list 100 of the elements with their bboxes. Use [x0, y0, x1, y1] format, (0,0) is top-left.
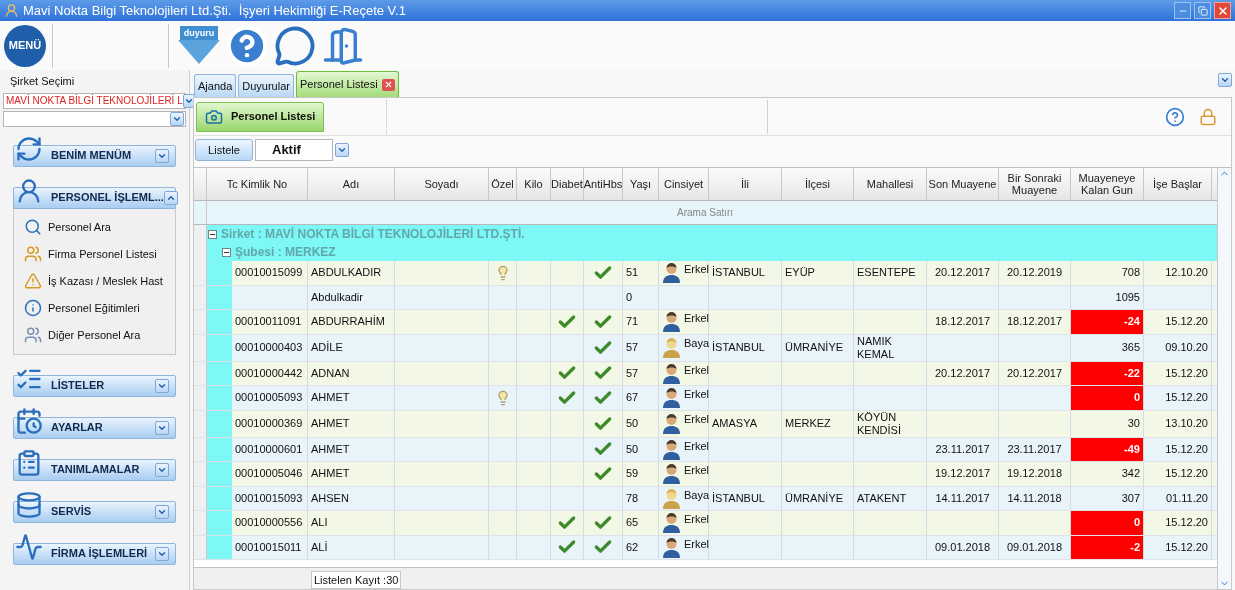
- collapse-icon[interactable]: [222, 248, 231, 257]
- menu-section-header[interactable]: LİSTELER: [13, 374, 176, 397]
- table-cell: 0: [1071, 386, 1144, 410]
- table-cell: -22: [1071, 361, 1144, 385]
- menu-section-header[interactable]: PERSONEL İŞLEML...: [13, 186, 176, 209]
- row-indicator[interactable]: [194, 386, 207, 410]
- collapse-icon[interactable]: [208, 230, 217, 239]
- down-arrow-icon: [178, 39, 220, 64]
- column-header[interactable]: Tc Kimlik No: [207, 168, 308, 200]
- close-tab-button[interactable]: [381, 78, 395, 91]
- row-indicator[interactable]: [194, 486, 207, 510]
- column-header[interactable]: Muayeneye Kalan Gun: [1071, 168, 1144, 200]
- menu-item[interactable]: Personel Ara: [48, 218, 111, 236]
- dropdown-icon[interactable]: [182, 93, 195, 108]
- table-cell: 51: [623, 261, 659, 285]
- menu-section-header[interactable]: SERVİS: [13, 500, 176, 523]
- group-indent: [207, 334, 232, 361]
- lock-icon[interactable]: [1199, 107, 1217, 126]
- table-cell: -24: [1071, 310, 1144, 334]
- chevron-down-icon: [1220, 75, 1230, 85]
- row-indicator[interactable]: [194, 410, 207, 437]
- table-cell: AMASYA: [709, 410, 782, 437]
- column-header[interactable]: Adı: [308, 168, 395, 200]
- table-cell: 00010005046: [232, 462, 308, 486]
- row-indicator[interactable]: [194, 334, 207, 361]
- column-header[interactable]: İli: [709, 168, 782, 200]
- column-header[interactable]: Cinsiyet: [659, 168, 709, 200]
- table-cell: ATAKENT: [854, 486, 927, 510]
- expand-icon[interactable]: [155, 420, 169, 435]
- menu-item[interactable]: Firma Personel Listesi: [48, 245, 157, 263]
- expand-icon[interactable]: [155, 462, 169, 477]
- menu-item[interactable]: İş Kazası / Meslek Hast: [48, 272, 163, 290]
- menu-button[interactable]: MENÜ: [4, 24, 46, 67]
- menu-section-header[interactable]: TANIMLAMALAR: [13, 458, 176, 481]
- menu-item[interactable]: Personel Eğitimleri: [48, 299, 140, 317]
- table-cell: EYÜP: [782, 261, 854, 285]
- minimize-button[interactable]: [1174, 2, 1191, 19]
- tab[interactable]: Ajanda: [194, 74, 237, 97]
- menu-section-header[interactable]: FİRMA İŞLEMLERİ: [13, 542, 176, 565]
- help-icon[interactable]: [1165, 106, 1185, 127]
- expand-icon[interactable]: [155, 546, 169, 561]
- row-indicator[interactable]: [194, 361, 207, 385]
- restore-button[interactable]: [1194, 2, 1211, 19]
- table-cell: 00010000556: [232, 511, 308, 535]
- column-header[interactable]: Mahallesi: [854, 168, 927, 200]
- row-indicator[interactable]: [194, 310, 207, 334]
- column-header[interactable]: İlçesi: [782, 168, 854, 200]
- menu-section-header[interactable]: BENİM MENÜM: [13, 144, 176, 167]
- row-indicator[interactable]: [194, 437, 207, 461]
- table-cell: 62: [623, 535, 659, 559]
- menu-section-header[interactable]: AYARLAR: [13, 416, 176, 439]
- tabs-menu-icon[interactable]: [1218, 73, 1232, 87]
- close-button[interactable]: [1214, 2, 1231, 19]
- row-indicator[interactable]: [194, 285, 207, 309]
- table-cell: 20.12.2019: [999, 261, 1071, 285]
- section-title: PERSONEL İŞLEML...: [51, 190, 164, 206]
- column-header[interactable]: Soyadı: [395, 168, 489, 200]
- table-cell: 15.12.20: [1144, 437, 1212, 461]
- table-cell: 00010000442: [232, 361, 308, 385]
- ribbon-button[interactable]: Personel Listesi: [196, 101, 325, 132]
- expand-icon[interactable]: [155, 148, 169, 163]
- people-icon: [24, 326, 42, 344]
- table-cell: 78: [623, 486, 659, 510]
- table-cell: 0: [623, 285, 659, 309]
- expand-icon[interactable]: [155, 504, 169, 519]
- column-header[interactable]: Yaşı: [623, 168, 659, 200]
- group-indent: [207, 386, 232, 410]
- chat-icon: [274, 24, 316, 67]
- table-cell: 19.12.2017: [927, 462, 999, 486]
- column-header[interactable]: Diabet: [551, 168, 584, 200]
- info-icon: [24, 299, 42, 317]
- table-cell: 708: [1071, 261, 1144, 285]
- list-button[interactable]: Listele: [195, 139, 253, 161]
- dropdown-icon[interactable]: [170, 111, 184, 126]
- record-count: Listelen Kayıt :30: [311, 570, 402, 589]
- column-header[interactable]: Bir Sonraki Muayene: [999, 168, 1071, 200]
- status-select[interactable]: Aktif: [255, 139, 333, 161]
- column-header[interactable]: AntiHbs: [584, 168, 623, 200]
- table-cell: AHMET: [308, 410, 395, 437]
- tab[interactable]: Duyurular: [238, 74, 294, 97]
- row-indicator[interactable]: [194, 535, 207, 559]
- expand-icon[interactable]: [155, 378, 169, 393]
- column-header[interactable]: Son Muayene: [927, 168, 999, 200]
- table-cell: 15.12.20: [1144, 310, 1212, 334]
- table-cell: 15.12.20: [1144, 535, 1212, 559]
- menu-item[interactable]: Diğer Personel Ara: [48, 326, 141, 344]
- row-indicator[interactable]: [194, 462, 207, 486]
- column-header[interactable]: Kilo: [517, 168, 551, 200]
- row-indicator[interactable]: [194, 511, 207, 535]
- tab[interactable]: Personel Listesi: [295, 71, 399, 97]
- dropdown-icon[interactable]: [335, 143, 349, 157]
- table-cell: İSTANBUL: [709, 486, 782, 510]
- scrollbar[interactable]: [1217, 168, 1231, 589]
- table-cell: ALI: [308, 511, 395, 535]
- column-header[interactable]: Özel: [489, 168, 517, 200]
- chevron-down-icon: [337, 145, 347, 155]
- column-header[interactable]: İşe Başlar: [1144, 168, 1212, 200]
- row-indicator[interactable]: [194, 261, 207, 285]
- table-cell: 00010011091: [232, 310, 308, 334]
- table-cell-text: Erkel: [684, 362, 710, 377]
